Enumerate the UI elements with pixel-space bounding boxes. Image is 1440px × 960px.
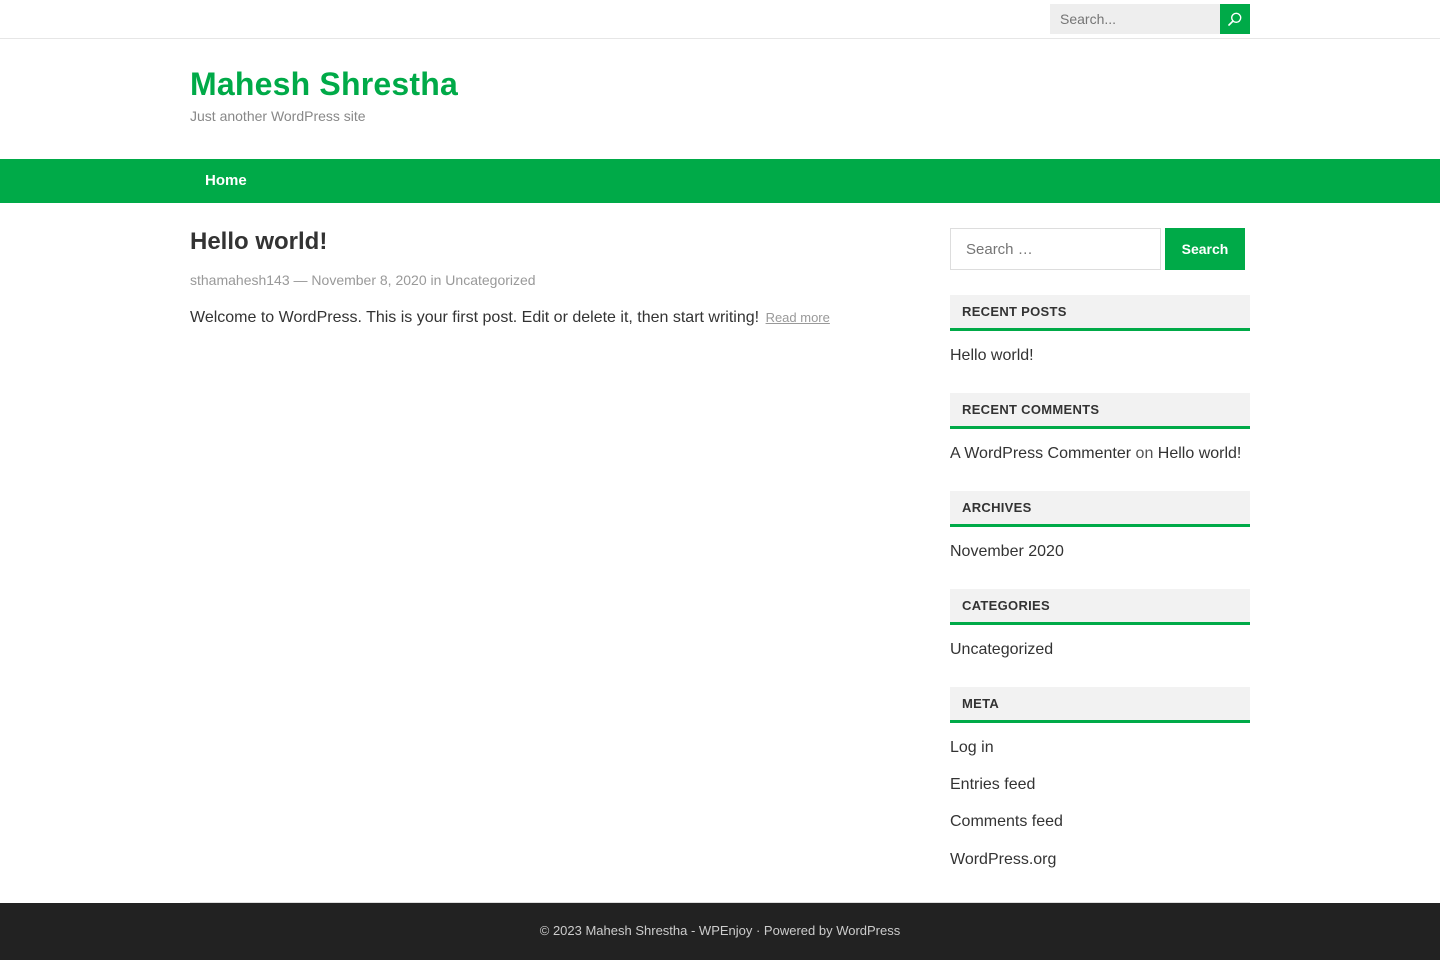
post-excerpt-text: Welcome to WordPress. This is your first… (190, 309, 760, 326)
post-excerpt: Welcome to WordPress. This is your first… (190, 309, 830, 327)
footer-copyright: © 2023 Mahesh Shrestha - WPEnjoy · Power… (539, 923, 901, 938)
search-icon (1228, 12, 1242, 26)
recent-post-link[interactable]: Hello world! (950, 347, 1034, 365)
sidebar-search-input[interactable] (950, 228, 1161, 270)
categories-heading: CATEGORIES (950, 589, 1250, 625)
nav-item-home[interactable]: Home (205, 159, 247, 203)
meta-separator: — (289, 272, 312, 288)
header-search (1050, 4, 1250, 34)
post-meta: sthamahesh143 — November 8, 2020 in Unca… (190, 272, 536, 288)
post-author-link[interactable]: sthamahesh143 (190, 272, 290, 288)
header-search-input[interactable] (1050, 4, 1220, 34)
top-bar (0, 0, 1440, 39)
meta-heading: META (950, 687, 1250, 723)
meta-link-entries-feed[interactable]: Entries feed (950, 776, 1035, 794)
site-title[interactable]: Mahesh Shrestha (190, 66, 458, 103)
recent-comment-item: A WordPress Commenter on Hello world! (950, 445, 1241, 463)
header-search-button[interactable] (1220, 4, 1250, 34)
post-title[interactable]: Hello world! (190, 228, 327, 256)
archives-heading: ARCHIVES (950, 491, 1250, 527)
comment-post-link[interactable]: Hello world! (1158, 445, 1242, 462)
post-category-link[interactable]: Uncategorized (445, 272, 535, 288)
comment-author-link[interactable]: A WordPress Commenter (950, 445, 1131, 462)
read-more-link[interactable]: Read more (766, 310, 830, 325)
archive-link[interactable]: November 2020 (950, 543, 1064, 561)
meta-link-wordpress-org[interactable]: WordPress.org (950, 851, 1056, 869)
meta-link-login[interactable]: Log in (950, 739, 994, 757)
site-footer: © 2023 Mahesh Shrestha - WPEnjoy · Power… (0, 903, 1440, 960)
main-navigation: Home (0, 159, 1440, 203)
meta-link-comments-feed[interactable]: Comments feed (950, 813, 1063, 831)
comment-on-text: on (1131, 445, 1158, 462)
post-date-link[interactable]: November 8, 2020 (311, 272, 426, 288)
sidebar-search-button[interactable]: Search (1165, 228, 1245, 270)
category-link[interactable]: Uncategorized (950, 641, 1053, 659)
site-description: Just another WordPress site (190, 108, 366, 124)
recent-comments-heading: RECENT COMMENTS (950, 393, 1250, 429)
recent-posts-heading: RECENT POSTS (950, 295, 1250, 331)
meta-in-text: in (426, 272, 446, 288)
